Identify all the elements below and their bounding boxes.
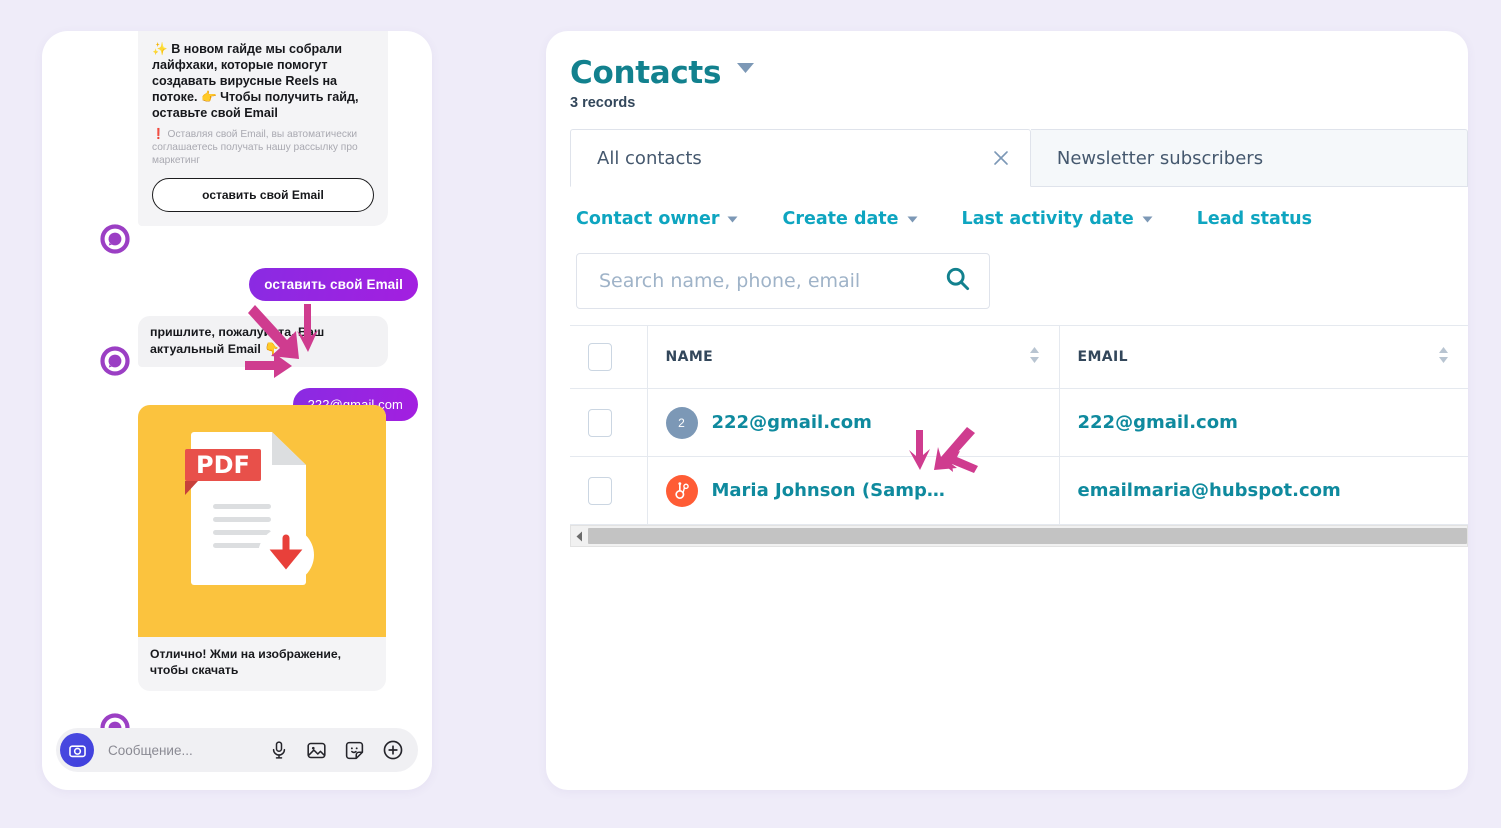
search-box[interactable]	[576, 253, 990, 309]
row-select-cell	[570, 388, 648, 457]
pdf-attachment-card[interactable]: PDF Отлично! Жми на изображение, чтобы с…	[138, 405, 386, 692]
promo-title: ✨ В новом гайде мы собрали лайфхаки, кот…	[152, 41, 374, 122]
chevron-down-icon	[1142, 216, 1153, 222]
camera-icon	[68, 744, 86, 757]
select-all-cell	[570, 326, 648, 389]
promo-message-bubble: ✨ В новом гайде мы собрали лайфхаки, кот…	[138, 31, 388, 226]
filter-create-date[interactable]: Create date	[782, 209, 918, 229]
brand-avatar-icon	[100, 224, 130, 254]
filter-lead-status[interactable]: Lead status	[1197, 209, 1312, 229]
hubspot-sprocket-icon	[674, 481, 689, 499]
row-checkbox[interactable]	[588, 408, 612, 437]
row-checkbox[interactable]	[588, 476, 612, 505]
scroll-left-arrow-icon[interactable]	[571, 531, 588, 542]
avatar	[665, 474, 698, 507]
search-area	[576, 253, 1468, 309]
chevron-down-icon	[727, 216, 738, 222]
gallery-icon[interactable]	[306, 740, 327, 761]
cell-email: emailmaria@hubspot.com	[1059, 456, 1468, 525]
filter-last-activity-date-label: Last activity date	[961, 209, 1134, 229]
promo-title-text: В новом гайде мы собрали лайфхаки, котор…	[152, 42, 359, 121]
tab-newsletter-subscribers[interactable]: Newsletter subscribers	[1030, 129, 1468, 187]
filter-bar: Contact owner Create date Last activity …	[576, 209, 1468, 229]
pdf-file-icon: PDF	[185, 432, 314, 585]
scrollbar-thumb[interactable]	[588, 528, 1467, 544]
message-composer: Сообщение...	[56, 728, 418, 772]
sparkle-emoji: ✨	[152, 42, 168, 56]
table-row[interactable]: 2 222@gmail.com 222@gmail.com	[570, 388, 1468, 457]
contact-name-link[interactable]: 222@gmail.com	[712, 412, 872, 433]
contacts-table: NAME EMAIL 2 222@gmail.com 222@gmail.com…	[570, 325, 1468, 525]
contact-email-link[interactable]: 222@gmail.com	[1078, 412, 1238, 433]
view-tabs: All contacts Newsletter subscribers	[570, 129, 1468, 187]
crm-contacts-panel: Contacts 3 records All contacts Newslett…	[546, 31, 1468, 790]
chevron-down-icon[interactable]	[736, 61, 755, 79]
plus-icon[interactable]	[382, 739, 404, 761]
tab-all-contacts[interactable]: All contacts	[570, 129, 1031, 187]
leave-email-button[interactable]: оставить свой Email	[152, 177, 374, 212]
filter-contact-owner-label: Contact owner	[576, 209, 720, 229]
warning-icon: ❗	[152, 128, 165, 140]
promo-consent-note: ❗ Оставляя свой Email, вы автоматически …	[152, 128, 374, 168]
column-header-name-label: NAME	[665, 349, 714, 365]
sticker-icon[interactable]	[344, 740, 365, 761]
select-all-checkbox[interactable]	[588, 343, 612, 371]
filter-last-activity-date[interactable]: Last activity date	[962, 209, 1153, 229]
contact-email-link[interactable]: emailmaria@hubspot.com	[1078, 480, 1341, 501]
crm-header: Contacts 3 records	[546, 31, 1468, 111]
avatar: 2	[665, 406, 698, 439]
column-header-email-label: EMAIL	[1077, 349, 1128, 365]
brand-avatar-icon	[100, 346, 130, 376]
chat-scroll-area[interactable]: ✨ В новом гайде мы собрали лайфхаки, кот…	[42, 31, 432, 743]
close-icon[interactable]	[990, 147, 1012, 169]
row-select-cell	[570, 456, 648, 525]
search-input[interactable]	[597, 269, 944, 293]
horizontal-scrollbar[interactable]	[570, 525, 1468, 547]
message-bubble-incoming: пришлите, пожалуйста, Ваш актуальный Ema…	[138, 316, 388, 367]
chevron-down-icon	[907, 216, 918, 222]
message-incoming-text: пришлите, пожалуйста, Ваш актуальный Ema…	[150, 325, 325, 356]
composer-icons	[269, 739, 406, 761]
message-input[interactable]: Сообщение...	[94, 743, 269, 758]
camera-button[interactable]	[60, 733, 94, 767]
contact-name-link[interactable]: Maria Johnson (Samp…	[712, 480, 945, 501]
cell-name: 2 222@gmail.com	[647, 388, 1060, 457]
svg-text:PDF: PDF	[196, 451, 250, 479]
message-row-incoming-1: пришлите, пожалуйста, Ваш актуальный Ema…	[138, 316, 388, 367]
sort-icon[interactable]	[1437, 345, 1450, 370]
pdf-caption: Отлично! Жми на изображение, чтобы скача…	[150, 647, 342, 678]
record-count: 3 records	[570, 95, 636, 111]
bot-avatar-1	[100, 224, 130, 259]
sort-icon[interactable]	[1028, 345, 1041, 370]
filter-contact-owner[interactable]: Contact owner	[576, 209, 738, 229]
filter-lead-status-label: Lead status	[1196, 209, 1313, 229]
cell-email: 222@gmail.com	[1059, 388, 1468, 457]
tab-newsletter-subscribers-label: Newsletter subscribers	[1056, 147, 1264, 169]
column-header-email[interactable]: EMAIL	[1059, 326, 1468, 389]
message-bubble-outgoing[interactable]: оставить свой Email	[249, 268, 418, 301]
microphone-icon[interactable]	[269, 740, 289, 760]
table-header-row: NAME EMAIL	[570, 326, 1468, 389]
cell-name: Maria Johnson (Samp…	[647, 456, 1060, 525]
promo-consent-text: Оставляя свой Email, вы автоматически со…	[152, 128, 358, 167]
column-header-name[interactable]: NAME	[647, 326, 1060, 389]
search-icon[interactable]	[944, 265, 971, 297]
page-title[interactable]: Contacts	[570, 55, 721, 91]
message-row-outgoing-1: оставить свой Email	[249, 268, 432, 301]
pdf-thumbnail[interactable]: PDF	[138, 405, 386, 637]
tab-all-contacts-label: All contacts	[597, 147, 702, 169]
table-row[interactable]: Maria Johnson (Samp… emailmaria@hubspot.…	[570, 456, 1468, 525]
bot-avatar-2	[100, 346, 130, 381]
filter-create-date-label: Create date	[782, 209, 899, 229]
messenger-panel: ✨ В новом гайде мы собрали лайфхаки, кот…	[42, 31, 432, 790]
